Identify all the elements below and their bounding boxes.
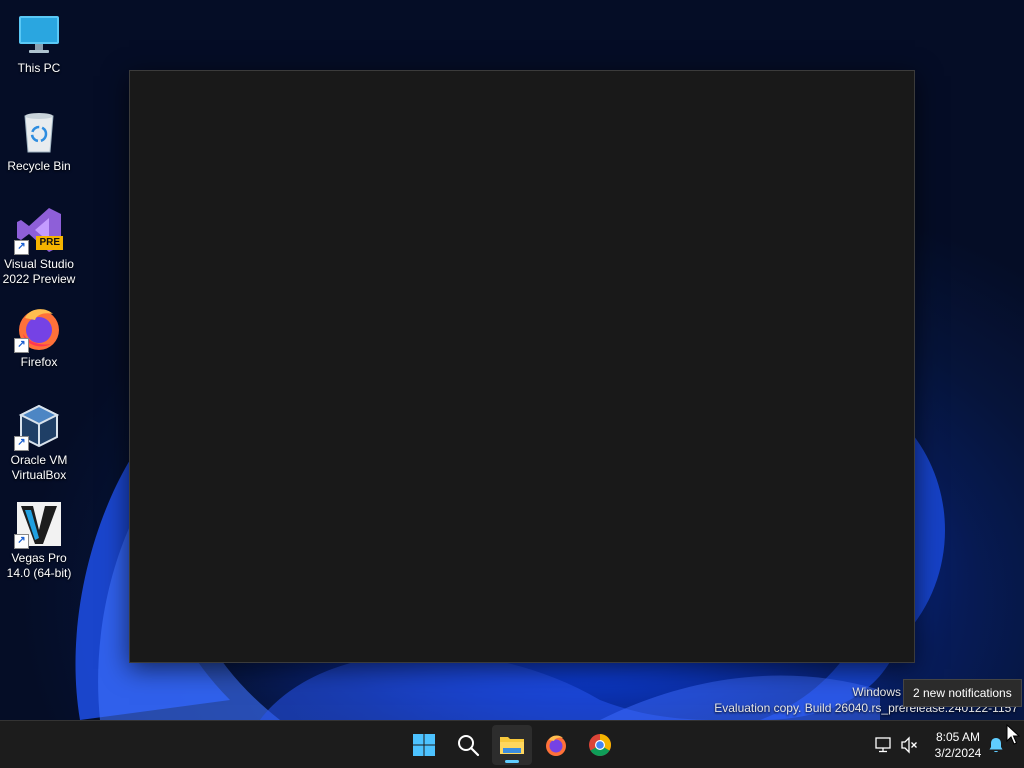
watermark-windows: Windows <box>852 685 901 699</box>
taskbar-start-button[interactable] <box>404 725 444 765</box>
active-app-indicator <box>505 760 519 763</box>
notifications-tooltip: 2 new notifications <box>903 679 1022 707</box>
tray-network-button[interactable] <box>874 735 894 755</box>
desktop-icon-label: This PC <box>17 61 61 75</box>
preview-badge: PRE <box>36 236 63 250</box>
tray-notifications-button[interactable] <box>986 735 1006 755</box>
volume-muted-icon <box>901 736 917 754</box>
desktop-icon-vegas-pro[interactable]: ↗ Vegas Pro 14.0 (64-bit) <box>0 492 78 581</box>
shortcut-arrow-icon: ↗ <box>14 338 29 353</box>
desktop-icon-label: Visual Studio 2022 Preview <box>2 257 76 286</box>
tray-volume-button[interactable] <box>899 735 919 755</box>
shortcut-arrow-icon: ↗ <box>14 534 29 549</box>
taskbar-chrome-button[interactable] <box>580 725 620 765</box>
desktop-icon-label: Firefox <box>20 355 58 369</box>
search-icon <box>458 735 480 757</box>
windows-start-icon <box>413 734 435 756</box>
mouse-cursor-icon <box>1006 724 1020 745</box>
desktop-icon-this-pc[interactable]: This PC <box>0 2 78 76</box>
recycle-bin-icon <box>24 113 54 153</box>
desktop-icon-firefox[interactable]: ↗ Firefox <box>0 296 78 370</box>
clock-date: 3/2/2024 <box>934 746 982 760</box>
taskbar-firefox-button[interactable] <box>536 725 576 765</box>
desktop-icon-virtualbox[interactable]: ↗ Oracle VM VirtualBox <box>0 394 78 483</box>
tray-clock[interactable]: 8:05 AM 3/2/2024 <box>926 725 990 765</box>
desktop-icon-label: Vegas Pro 14.0 (64-bit) <box>6 551 72 580</box>
this-pc-icon <box>19 16 59 53</box>
firefox-icon <box>546 735 566 756</box>
notification-bell-icon <box>989 738 1003 753</box>
file-explorer-icon <box>500 737 524 754</box>
app-window-blank[interactable] <box>129 70 915 663</box>
desktop-icon-label: Oracle VM VirtualBox <box>10 453 68 482</box>
desktop-icon-visual-studio[interactable]: PRE ↗ Visual Studio 2022 Preview <box>0 198 78 287</box>
taskbar: 8:05 AM 3/2/2024 <box>0 720 1024 768</box>
desktop-icon-recycle-bin[interactable]: Recycle Bin <box>0 100 78 174</box>
network-icon <box>875 737 891 753</box>
taskbar-file-explorer-button[interactable] <box>492 725 532 765</box>
clock-time: 8:05 AM <box>935 730 981 744</box>
desktop-icon-label: Recycle Bin <box>7 159 71 173</box>
shortcut-arrow-icon: ↗ <box>14 240 29 255</box>
chrome-icon <box>589 734 611 756</box>
shortcut-arrow-icon: ↗ <box>14 436 29 451</box>
taskbar-search-button[interactable] <box>448 725 488 765</box>
